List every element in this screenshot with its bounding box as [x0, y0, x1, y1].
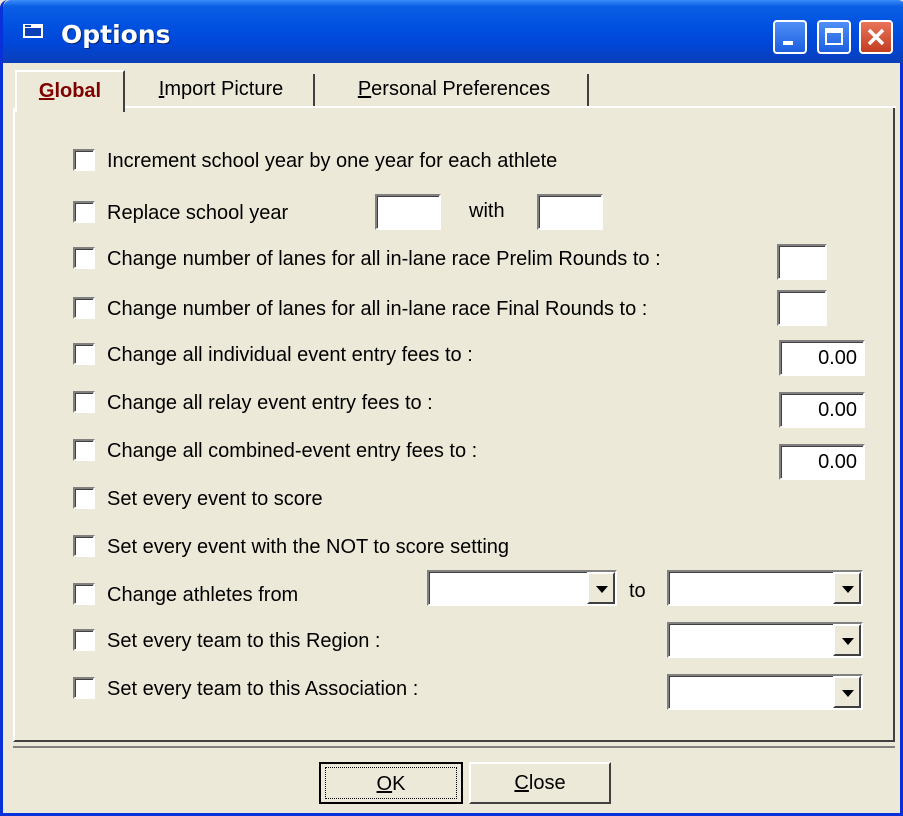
region-checkbox[interactable] [73, 629, 95, 651]
tab-divider [587, 74, 589, 108]
score-all-label: Set every event to score [107, 488, 323, 510]
combined-fee-label: Change all combined-event entry fees to … [107, 440, 478, 462]
title-bar[interactable]: Options [3, 0, 903, 63]
prelim-lanes-field[interactable] [777, 244, 827, 280]
individual-fee-checkbox[interactable] [73, 343, 95, 365]
tab-import-picture[interactable]: Import Picture [131, 70, 311, 108]
final-lanes-label: Change number of lanes for all in-lane r… [107, 298, 648, 320]
region-dropdown[interactable] [667, 622, 863, 658]
options-window: Options Global Import Picture Personal P… [0, 0, 903, 816]
close-window-button[interactable] [859, 20, 893, 54]
tab-import-label: mport Picture [164, 78, 284, 100]
tab-personal-mnemonic: P [357, 78, 372, 100]
chevron-down-icon[interactable] [833, 624, 861, 656]
maximize-icon [825, 28, 843, 45]
prelim-lanes-checkbox[interactable] [73, 247, 95, 269]
tab-global-label: lobal [54, 80, 102, 102]
individual-fee-label: Change all individual event entry fees t… [107, 344, 473, 366]
increment-year-label: Increment school year by one year for ea… [107, 150, 558, 172]
close-button[interactable]: Close [469, 762, 611, 804]
combined-fee-checkbox[interactable] [73, 439, 95, 461]
association-dropdown[interactable] [667, 674, 863, 710]
tab-global-mnemonic: G [38, 80, 55, 102]
replace-year-with-label: with [469, 200, 505, 222]
minimize-button[interactable] [773, 20, 807, 54]
relay-fee-field[interactable]: 0.00 [779, 392, 865, 428]
association-checkbox[interactable] [73, 677, 95, 699]
window-icon [23, 24, 43, 38]
change-athletes-label: Change athletes from [107, 584, 299, 606]
ok-mnemonic: O [376, 773, 393, 795]
maximize-button[interactable] [817, 20, 851, 54]
tab-global[interactable]: Global [15, 70, 125, 112]
tab-divider [313, 74, 315, 108]
not-score-checkbox[interactable] [73, 535, 95, 557]
tab-personal-label: ersonal Preferences [371, 78, 551, 100]
individual-fee-field[interactable]: 0.00 [779, 340, 865, 376]
increment-year-checkbox[interactable] [73, 149, 95, 171]
not-score-label: Set every event with the NOT to score se… [107, 536, 510, 558]
replace-year-to-field[interactable] [537, 194, 603, 230]
close-label: lose [528, 772, 566, 794]
minimize-icon [783, 41, 793, 45]
athletes-from-dropdown[interactable] [427, 570, 617, 606]
chevron-down-icon[interactable] [587, 572, 615, 604]
replace-year-label: Replace school year [107, 202, 289, 224]
replace-year-from-field[interactable] [375, 194, 441, 230]
change-athletes-checkbox[interactable] [73, 583, 95, 605]
window-title: Options [61, 20, 171, 49]
replace-year-checkbox[interactable] [73, 201, 95, 223]
combined-fee-field[interactable]: 0.00 [779, 444, 865, 480]
athletes-to-label: to [629, 580, 646, 602]
chevron-down-icon[interactable] [833, 676, 861, 708]
relay-fee-checkbox[interactable] [73, 391, 95, 413]
relay-fee-label: Change all relay event entry fees to : [107, 392, 433, 414]
association-label: Set every team to this Association : [107, 678, 419, 700]
close-icon [867, 28, 885, 46]
prelim-lanes-label: Change number of lanes for all in-lane r… [107, 248, 661, 270]
final-lanes-field[interactable] [777, 290, 827, 326]
ok-focus-rect: OK [325, 767, 457, 799]
region-label: Set every team to this Region : [107, 630, 381, 652]
close-mnemonic: C [514, 772, 529, 794]
chevron-down-icon[interactable] [833, 572, 861, 604]
athletes-to-dropdown[interactable] [667, 570, 863, 606]
final-lanes-checkbox[interactable] [73, 297, 95, 319]
ok-button[interactable]: OK [319, 762, 463, 804]
score-all-checkbox[interactable] [73, 487, 95, 509]
tab-personal-preferences[interactable]: Personal Preferences [323, 70, 585, 108]
ok-label: K [392, 773, 406, 795]
